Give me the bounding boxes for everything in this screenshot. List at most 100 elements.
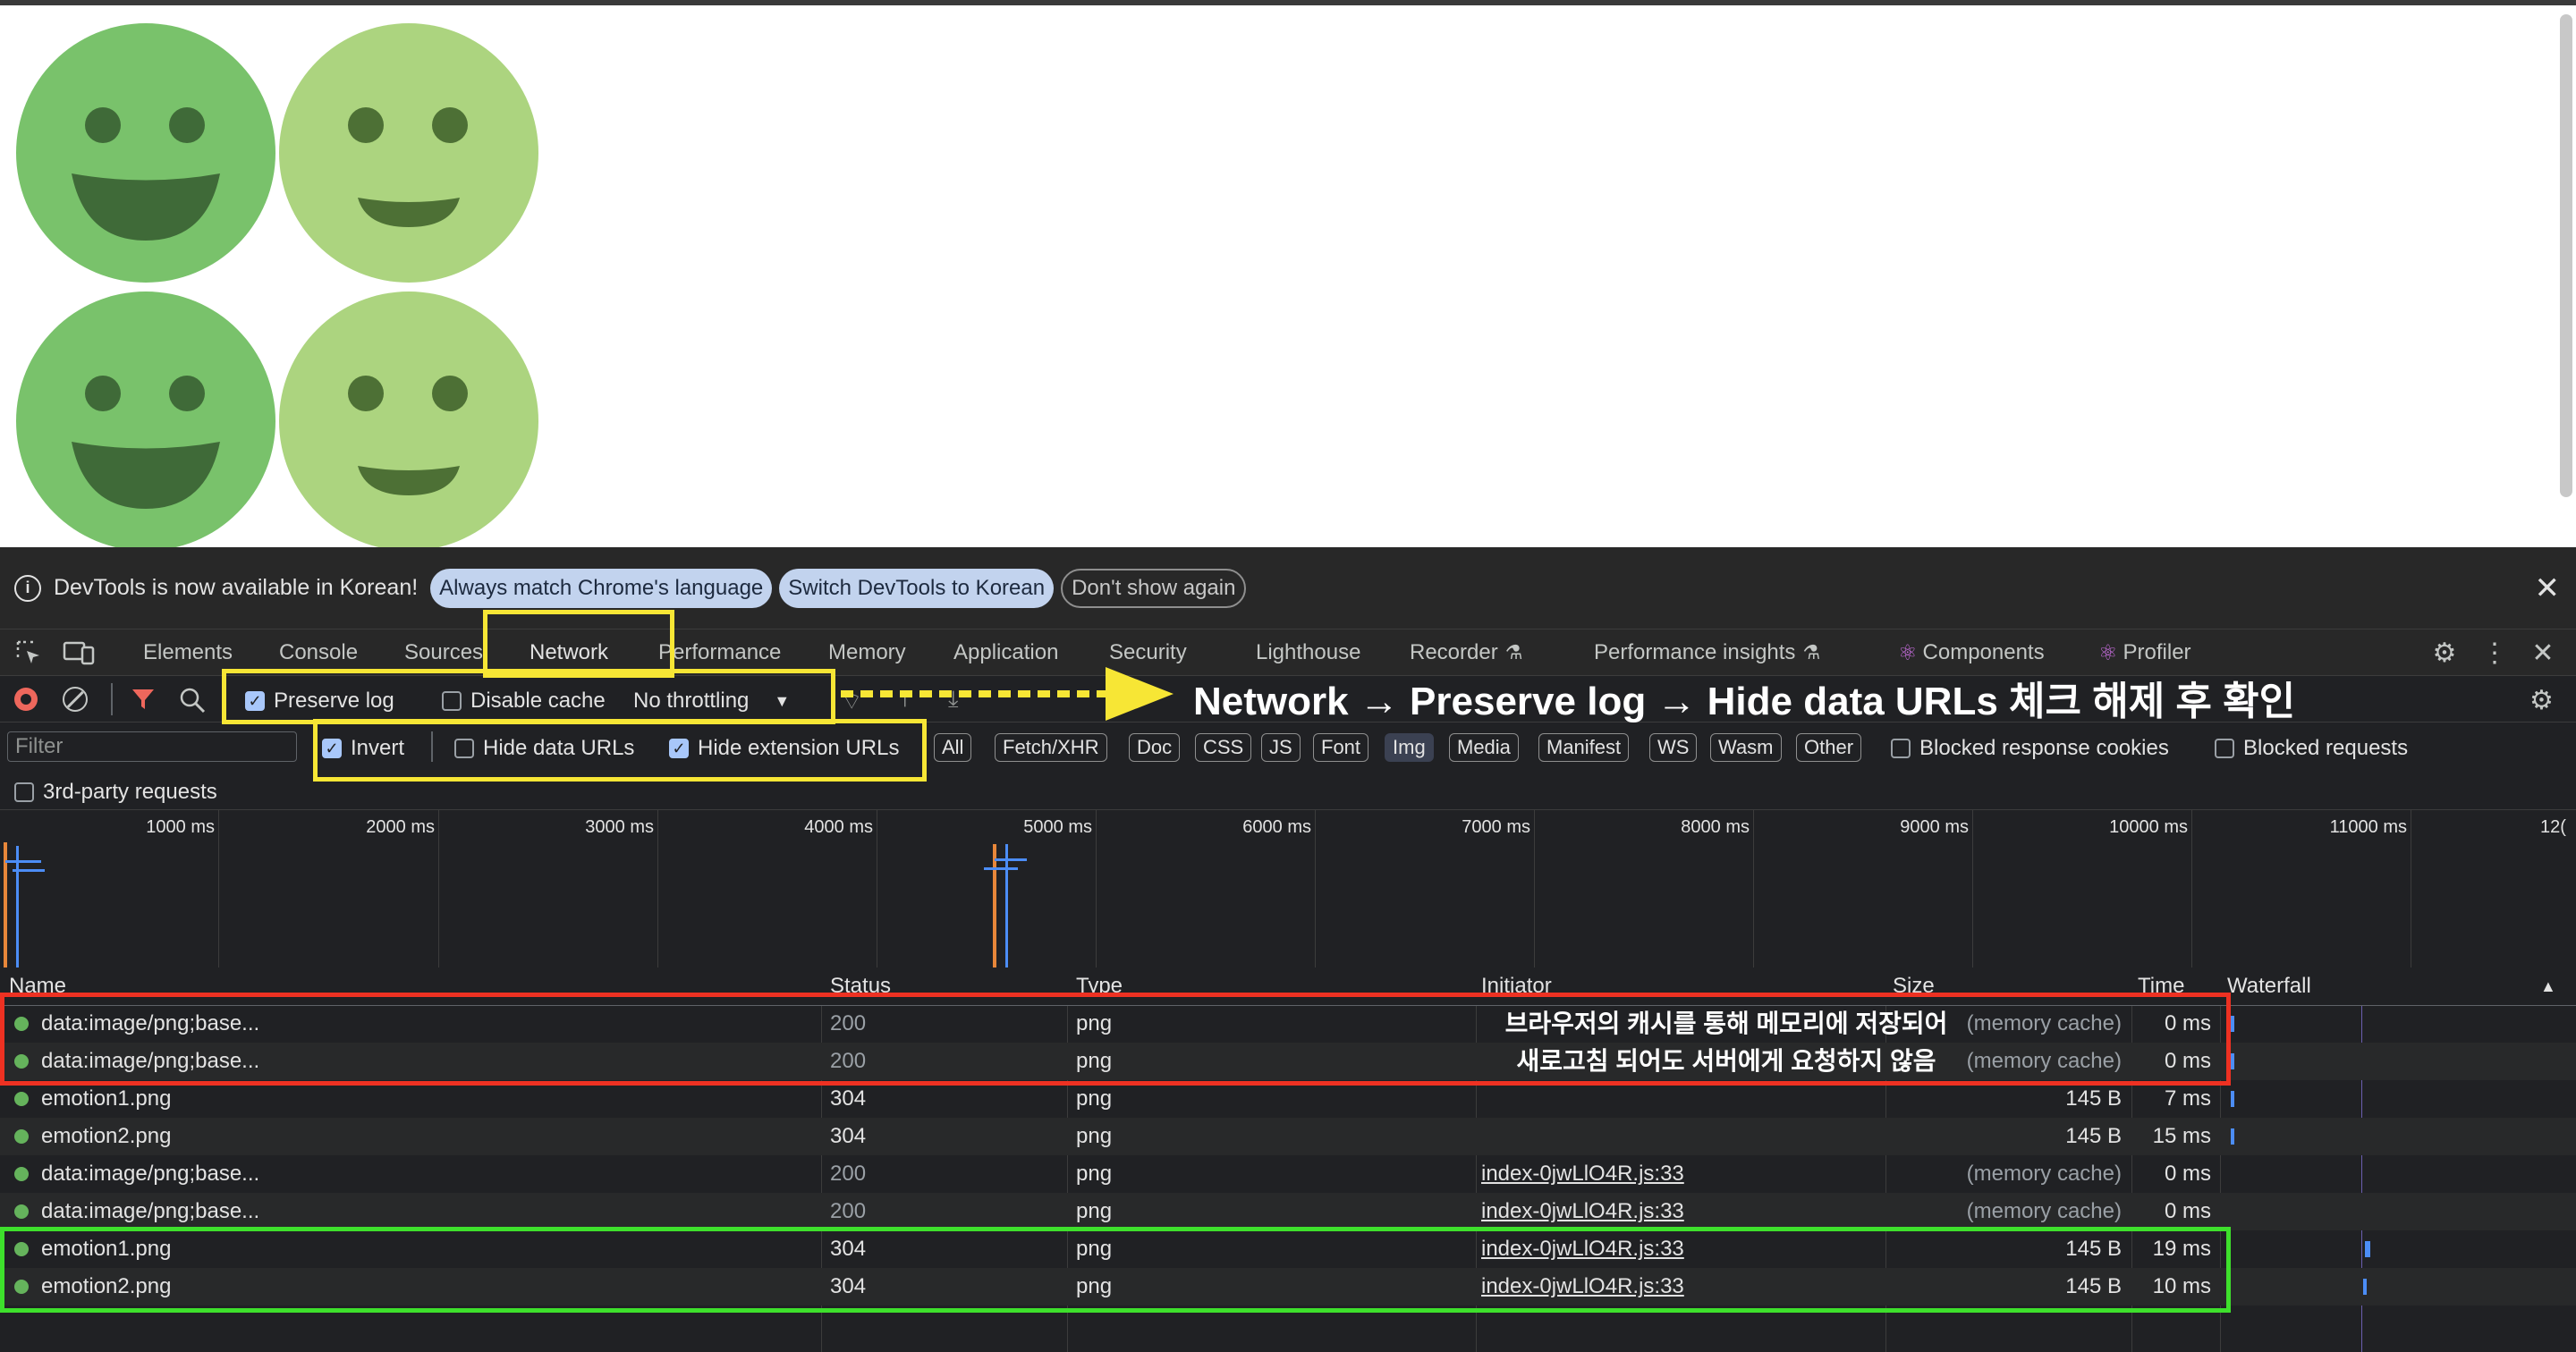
table-row[interactable]: data:image/png;base... 200 png index-0jw… bbox=[0, 1193, 2576, 1230]
request-name-cell: data:image/png;base... bbox=[14, 1155, 810, 1193]
smiley-small-smile-2 bbox=[279, 292, 538, 551]
timeline-gridline bbox=[1096, 810, 1097, 968]
smiley-big-grin-2 bbox=[16, 292, 275, 551]
request-status: 200 bbox=[830, 1162, 867, 1186]
sort-ascending-icon[interactable]: ▲ bbox=[2540, 968, 2556, 1005]
smiley-small-smile-1 bbox=[279, 23, 538, 283]
timeline-gridline bbox=[1534, 810, 1535, 968]
request-time: 0 ms bbox=[2164, 1162, 2211, 1186]
timeline-tick: 2000 ms bbox=[366, 817, 435, 837]
type-chip-ws[interactable]: WS bbox=[1649, 733, 1698, 762]
infobar-message: DevTools is now available in Korean! bbox=[54, 575, 419, 600]
request-bar bbox=[995, 858, 1027, 861]
type-chip-manifest[interactable]: Manifest bbox=[1538, 733, 1630, 762]
waterfall-bar bbox=[2231, 1128, 2234, 1145]
hide-data-urls-highlight bbox=[313, 719, 927, 782]
waterfall-bar bbox=[2231, 1053, 2234, 1069]
request-initiator-link[interactable]: index-0jwLlO4R.js:33 bbox=[1481, 1155, 1684, 1193]
request-name-cell: emotion2.png bbox=[14, 1118, 810, 1155]
checkbox-unchecked-icon bbox=[2215, 739, 2234, 758]
device-toolbar-icon[interactable] bbox=[61, 638, 97, 667]
tab-performance-insights-label: Performance insights bbox=[1594, 640, 1796, 664]
waterfall-bar bbox=[2231, 1016, 2234, 1032]
type-chip-wasm[interactable]: Wasm bbox=[1710, 733, 1782, 762]
blocked-response-cookies-checkbox[interactable]: Blocked response cookies bbox=[1891, 736, 2169, 761]
type-chip-img[interactable]: Img bbox=[1385, 733, 1434, 762]
timeline-tick: 5000 ms bbox=[1023, 817, 1092, 837]
blocked-requests-checkbox[interactable]: Blocked requests bbox=[2215, 736, 2408, 761]
load-marker bbox=[1005, 844, 1008, 968]
flask-icon: ⚗ bbox=[1504, 641, 1523, 663]
preserve-log-highlight bbox=[222, 669, 835, 724]
timeline-tick: 3000 ms bbox=[585, 817, 654, 837]
timeline-tick: 9000 ms bbox=[1900, 817, 1969, 837]
timeline-tick: 7000 ms bbox=[1462, 817, 1530, 837]
request-bar bbox=[984, 867, 1018, 870]
request-size: 145 B bbox=[2065, 1124, 2122, 1148]
image-file-icon bbox=[14, 1092, 29, 1106]
image-file-icon bbox=[14, 1167, 29, 1181]
info-icon: i bbox=[14, 574, 41, 602]
tab-recorder-label: Recorder bbox=[1410, 640, 1498, 664]
load-marker bbox=[16, 846, 19, 968]
third-party-checkbox[interactable]: 3rd-party requests bbox=[14, 780, 217, 805]
timeline-gridline bbox=[657, 810, 658, 968]
inspect-element-icon[interactable] bbox=[13, 638, 45, 667]
table-row[interactable]: emotion2.png 304 png 145 B 15 ms bbox=[0, 1118, 2576, 1155]
network-settings-gear-icon[interactable]: ⚙ bbox=[2529, 685, 2554, 716]
request-size: (memory cache) bbox=[1966, 1199, 2122, 1223]
instruction-annotation: Network → Preserve log → Hide data URLs … bbox=[1193, 680, 2296, 723]
timeline-tick: 8000 ms bbox=[1681, 817, 1750, 837]
memory-note-line-1: 브라우저의 캐시를 통해 메모리에 저장되어 bbox=[1504, 1010, 1948, 1037]
filter-funnel-icon[interactable] bbox=[131, 687, 156, 712]
more-options-icon[interactable]: ⋮ bbox=[2481, 638, 2508, 668]
close-infobar-icon[interactable]: ✕ bbox=[2535, 570, 2561, 606]
request-name: emotion1.png bbox=[41, 1086, 172, 1111]
type-chip-font[interactable]: Font bbox=[1313, 733, 1369, 762]
timeline-gridline bbox=[1753, 810, 1754, 968]
memory-note-line-2: 새로고침 되어도 서버에게 요청하지 않음 bbox=[1516, 1047, 1936, 1075]
request-size: (memory cache) bbox=[1966, 1162, 2122, 1186]
column-header-waterfall[interactable]: Waterfall bbox=[2227, 968, 2311, 1005]
request-initiator-link[interactable]: index-0jwLlO4R.js:33 bbox=[1481, 1193, 1684, 1230]
type-chip-css[interactable]: CSS bbox=[1195, 733, 1252, 762]
search-icon[interactable] bbox=[179, 687, 206, 714]
language-infobar: i DevTools is now available in Korean! A… bbox=[0, 547, 2576, 630]
page-scrollbar[interactable] bbox=[2560, 14, 2572, 497]
request-bar bbox=[13, 869, 45, 872]
timeline-tick: 1000 ms bbox=[146, 817, 215, 837]
type-chip-media[interactable]: Media bbox=[1449, 733, 1519, 762]
request-size: 145 B bbox=[2065, 1086, 2122, 1111]
flask-icon: ⚗ bbox=[1802, 641, 1821, 663]
timeline-gridline bbox=[438, 810, 439, 968]
settings-gear-icon[interactable]: ⚙ bbox=[2429, 638, 2460, 668]
filter-input[interactable]: Filter bbox=[7, 731, 297, 762]
close-devtools-icon[interactable]: ✕ bbox=[2529, 638, 2556, 668]
table-row[interactable]: emotion1.png 304 png 145 B 7 ms bbox=[0, 1080, 2576, 1118]
arrow-right-icon bbox=[841, 667, 1174, 721]
type-chip-fetch-xhr[interactable]: Fetch/XHR bbox=[995, 733, 1107, 762]
type-chip-all[interactable]: All bbox=[934, 733, 972, 762]
timeline-tick: 11000 ms bbox=[2329, 817, 2407, 837]
timeline-gridline bbox=[1315, 810, 1316, 968]
stop-recording-icon[interactable] bbox=[14, 688, 38, 711]
type-chip-doc[interactable]: Doc bbox=[1129, 733, 1181, 762]
blocked-response-cookies-label: Blocked response cookies bbox=[1919, 736, 2169, 760]
waterfall-bar bbox=[2231, 1091, 2234, 1107]
image-file-icon bbox=[14, 1204, 29, 1219]
waterfall-bar bbox=[2365, 1241, 2370, 1257]
dont-show-again-button[interactable]: Don't show again bbox=[1061, 568, 1247, 608]
match-language-button[interactable]: Always match Chrome's language bbox=[430, 568, 773, 608]
switch-korean-button[interactable]: Switch DevTools to Korean bbox=[779, 568, 1055, 608]
timeline-tick: 4000 ms bbox=[804, 817, 873, 837]
table-row[interactable]: data:image/png;base... 200 png index-0jw… bbox=[0, 1155, 2576, 1193]
type-chip-js[interactable]: JS bbox=[1261, 733, 1301, 762]
type-chip-other[interactable]: Other bbox=[1796, 733, 1862, 762]
network-overview[interactable]: 1000 ms 2000 ms 3000 ms 4000 ms 5000 ms … bbox=[0, 810, 2576, 968]
blocked-requests-label: Blocked requests bbox=[2243, 736, 2409, 760]
third-party-label: 3rd-party requests bbox=[43, 780, 217, 804]
tab-elements[interactable]: Elements bbox=[143, 630, 233, 676]
request-name-cell: data:image/png;base... bbox=[14, 1193, 810, 1230]
clear-icon[interactable] bbox=[63, 687, 88, 712]
request-time: 7 ms bbox=[2164, 1086, 2211, 1111]
